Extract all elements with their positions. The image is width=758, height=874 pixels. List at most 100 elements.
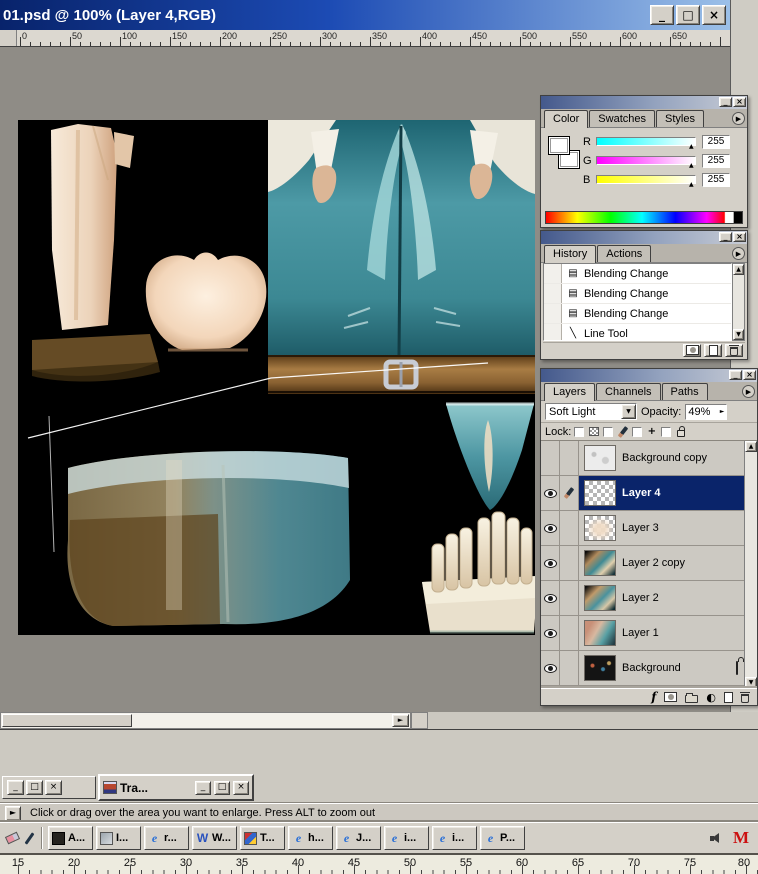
taskbar-button[interactable]: I... (96, 826, 141, 850)
lock-all-checkbox[interactable] (661, 427, 671, 437)
palette-menu-icon[interactable]: ▶ (732, 112, 745, 125)
layer-row[interactable]: Background copy (541, 441, 744, 476)
layer-thumbnail[interactable] (584, 480, 616, 506)
layer-thumbnail[interactable] (584, 655, 616, 681)
link-toggle[interactable] (560, 651, 579, 685)
green-slider[interactable] (596, 156, 696, 165)
layers-scrollbar[interactable]: ▲ ▼ (744, 441, 757, 688)
visibility-toggle[interactable] (541, 441, 560, 475)
layer-effects-icon[interactable]: f (651, 690, 656, 704)
taskbar-button[interactable]: A... (48, 826, 93, 850)
history-item[interactable]: ▤ Blending Change (544, 304, 731, 324)
layer-row[interactable]: Background (541, 651, 744, 686)
mcafee-icon[interactable]: M (733, 828, 749, 848)
taskbar-button[interactable]: e P... (480, 826, 525, 850)
minimize-button[interactable]: _ (7, 780, 24, 795)
palette-menu-icon[interactable]: ▶ (732, 247, 745, 260)
pen-icon[interactable] (25, 832, 35, 844)
tab-styles[interactable]: Styles (656, 110, 704, 127)
scroll-down-icon[interactable]: ▼ (745, 677, 757, 688)
tab-actions[interactable]: Actions (597, 245, 651, 262)
foreground-color-swatch[interactable] (548, 136, 570, 155)
history-item[interactable]: ╲ Line Tool (544, 324, 731, 341)
palette-menu-icon[interactable]: ▶ (742, 385, 755, 398)
document-canvas[interactable] (18, 120, 535, 635)
lock-image-checkbox[interactable] (603, 427, 613, 437)
palette-minimize-button[interactable]: _ (729, 370, 742, 380)
history-palette-titlebar[interactable]: _ × (541, 231, 747, 244)
history-item[interactable]: ▤ Blending Change (544, 284, 731, 304)
link-toggle[interactable] (560, 581, 579, 615)
channel-value[interactable]: 255 (702, 173, 730, 187)
channel-value[interactable]: 255 (702, 135, 730, 149)
opacity-popup-arrow-icon[interactable]: ► (720, 408, 725, 415)
history-snapshot-well[interactable] (544, 304, 562, 323)
link-toggle[interactable] (560, 616, 579, 650)
adjustment-layer-icon[interactable]: ◐ (706, 691, 716, 704)
scroll-up-icon[interactable]: ▲ (733, 264, 744, 275)
tab-paths[interactable]: Paths (662, 383, 708, 400)
layer-row-selected[interactable]: Layer 4 (541, 476, 744, 511)
add-mask-icon[interactable] (664, 692, 677, 702)
layer-thumbnail[interactable] (584, 585, 616, 611)
minimize-button[interactable]: _ (650, 5, 674, 25)
palette-minimize-button[interactable]: _ (719, 232, 732, 242)
taskbar-button[interactable]: e i... (384, 826, 429, 850)
window-titlebar[interactable]: 01.psd @ 100% (Layer 4,RGB) (0, 0, 730, 30)
new-set-folder-icon[interactable] (685, 695, 698, 703)
layer-row[interactable]: Layer 3 (541, 511, 744, 546)
layer-row[interactable]: Layer 2 (541, 581, 744, 616)
lock-position-checkbox[interactable] (632, 427, 642, 437)
layer-thumbnail[interactable] (584, 550, 616, 576)
history-snapshot-well[interactable] (544, 324, 562, 341)
taskbar-button[interactable]: e i... (432, 826, 477, 850)
taskbar-button[interactable]: T... (240, 826, 285, 850)
visibility-toggle[interactable] (541, 511, 560, 545)
scroll-up-icon[interactable]: ▲ (745, 441, 757, 452)
layer-thumbnail[interactable] (584, 515, 616, 541)
blend-mode-select[interactable]: Soft Light ▼ (545, 403, 637, 420)
zoom-hint-arrow-icon[interactable]: ► (5, 806, 21, 821)
link-toggle[interactable] (560, 476, 579, 510)
tab-color[interactable]: Color (544, 110, 588, 128)
tab-history[interactable]: History (544, 245, 596, 263)
slider-handle-icon[interactable]: ▲ (689, 181, 694, 188)
layer-thumbnail[interactable] (584, 620, 616, 646)
close-button[interactable]: × (233, 781, 249, 795)
visibility-toggle[interactable] (541, 476, 560, 510)
history-snapshot-well[interactable] (544, 264, 562, 283)
palette-close-button[interactable]: × (743, 370, 756, 380)
close-button[interactable]: × (702, 5, 726, 25)
taskbar-button[interactable]: e J... (336, 826, 381, 850)
lock-transparency-checkbox[interactable] (574, 427, 584, 437)
slider-handle-icon[interactable]: ▲ (689, 162, 694, 169)
layers-palette-titlebar[interactable]: _ × (541, 369, 757, 382)
red-slider[interactable] (596, 137, 696, 146)
palette-close-button[interactable]: × (733, 97, 746, 107)
link-toggle[interactable] (560, 511, 579, 545)
trace-window-titlebar[interactable]: Tra... _ □ × (98, 774, 254, 801)
taskbar-button[interactable]: e r... (144, 826, 189, 850)
taskbar-button[interactable]: e h... (288, 826, 333, 850)
taskbar-button[interactable]: W W... (192, 826, 237, 850)
opacity-field[interactable]: 49% ► (685, 404, 727, 420)
layer-thumbnail[interactable] (584, 445, 616, 471)
document-hscrollbar[interactable]: ► (0, 712, 411, 729)
delete-layer-icon[interactable] (741, 694, 749, 703)
history-item[interactable]: ▤ Blending Change (544, 264, 731, 284)
new-layer-icon[interactable] (724, 692, 733, 703)
hscroll-thumb[interactable] (2, 714, 132, 727)
delete-state-button[interactable] (725, 344, 743, 357)
slider-handle-icon[interactable]: ▲ (689, 143, 694, 150)
maximize-button[interactable]: □ (676, 5, 700, 25)
palette-minimize-button[interactable]: _ (719, 97, 732, 107)
minimize-button[interactable]: _ (195, 781, 211, 795)
close-button[interactable]: × (45, 780, 62, 795)
history-scrollbar[interactable]: ▲ ▼ (732, 263, 745, 341)
restore-button[interactable]: □ (214, 781, 230, 795)
scroll-down-icon[interactable]: ▼ (733, 329, 744, 340)
eraser-icon[interactable] (5, 832, 20, 845)
visibility-toggle[interactable] (541, 651, 560, 685)
new-document-from-state-button[interactable] (704, 344, 722, 357)
new-snapshot-button[interactable] (683, 344, 701, 357)
